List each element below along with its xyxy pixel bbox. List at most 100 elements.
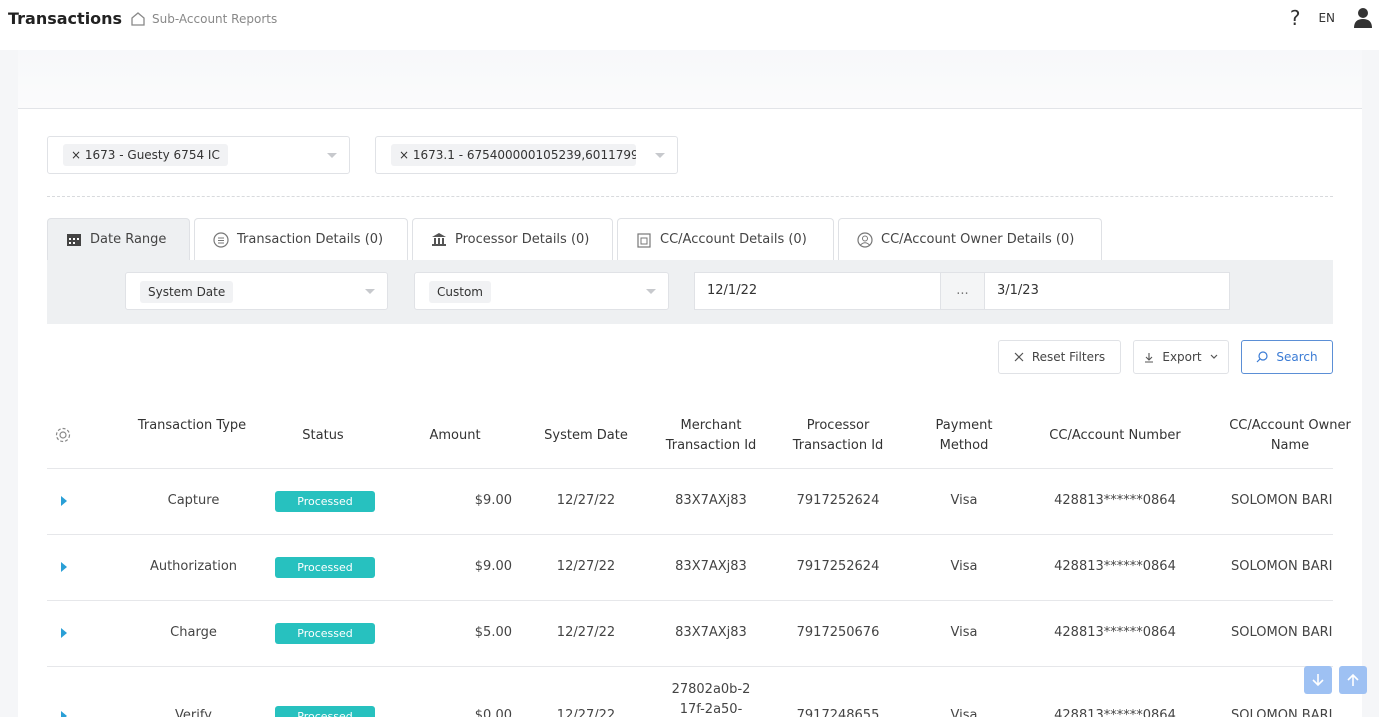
range-type-chip: Custom [429, 281, 491, 303]
bank-icon [432, 233, 446, 246]
help-icon[interactable]: ? [1290, 6, 1301, 30]
cell-payment-method: Visa [950, 708, 978, 717]
column-header-payment-method[interactable]: Payment Method [922, 416, 1006, 456]
cell-payment-method: Visa [950, 559, 978, 574]
chip-remove-icon[interactable]: × [399, 148, 409, 162]
tab-transaction-details[interactable]: Transaction Details (0) [194, 218, 408, 260]
tab-cc-account-details[interactable]: CC/Account Details (0) [617, 218, 834, 260]
cell-system-date: 12/27/22 [556, 625, 616, 640]
tab-label: Date Range [90, 232, 167, 247]
expand-row-icon[interactable] [61, 496, 67, 506]
cell-account-owner-name: SOLOMON BARIH [1231, 493, 1333, 508]
cell-merchant-transaction-id: 83X7AXj83 [675, 559, 747, 574]
cell-system-date: 12/27/22 [556, 493, 616, 508]
close-icon [1014, 352, 1024, 362]
date-from-input[interactable]: 12/1/22 [694, 272, 941, 310]
gear-icon[interactable] [54, 426, 72, 444]
cell-transaction-type: Capture [167, 493, 220, 508]
calendar-icon [67, 234, 81, 246]
date-type-chip: System Date [140, 281, 234, 303]
search-icon [1256, 351, 1268, 363]
cell-amount: $0.00 [474, 708, 512, 717]
header-divider [47, 468, 1333, 469]
cell-transaction-type: Authorization [149, 559, 238, 574]
cell-account-number: 428813******0864 [1054, 708, 1176, 717]
column-header-processor-transaction-id[interactable]: Processor Transaction Id [785, 416, 891, 456]
account-chip-label: 1673 - Guesty 6754 IC [84, 148, 220, 162]
divider [47, 196, 1333, 197]
reset-filters-button[interactable]: Reset Filters [998, 340, 1121, 374]
subaccount-chip-label: 1673.1 - 675400000105239,6011799 [412, 148, 636, 162]
status-badge: Processed [275, 491, 375, 512]
download-icon [1145, 352, 1154, 363]
tab-label: Processor Details (0) [455, 232, 590, 247]
cell-processor-transaction-id: 7917252624 [796, 493, 880, 508]
scroll-up-button[interactable] [1339, 666, 1367, 694]
cell-transaction-type: Verify [175, 708, 212, 717]
language-selector[interactable]: EN [1318, 11, 1335, 25]
subaccount-select[interactable]: × 1673.1 - 675400000105239,6011799 [375, 136, 678, 174]
column-header-transaction-type[interactable]: Transaction Type [137, 416, 247, 436]
expand-row-icon[interactable] [61, 562, 67, 572]
user-icon[interactable] [1353, 7, 1373, 29]
cell-amount: $9.00 [474, 559, 512, 574]
user-circle-icon [857, 231, 873, 248]
row-divider [47, 600, 1333, 601]
tab-cc-account-owner-details[interactable]: CC/Account Owner Details (0) [838, 218, 1102, 260]
date-range-filter-bar: System Date Custom 12/1/22 ... 3/1/23 [47, 260, 1333, 324]
breadcrumb[interactable]: Sub-Account Reports [130, 11, 277, 26]
column-header-amount[interactable]: Amount [418, 426, 492, 446]
row-divider [47, 534, 1333, 535]
cell-merchant-transaction-id: 83X7AXj83 [675, 493, 747, 508]
breadcrumb-label: Sub-Account Reports [152, 11, 278, 26]
cell-payment-method: Visa [950, 625, 978, 640]
cell-merchant-transaction-id: 27802a0b-217f-2a50- [671, 682, 751, 717]
column-header-account-number[interactable]: CC/Account Number [1035, 426, 1195, 446]
search-label: Search [1276, 350, 1318, 364]
tab-label: CC/Account Owner Details (0) [881, 232, 1075, 247]
cell-account-number: 428813******0864 [1054, 559, 1176, 574]
tab-label: Transaction Details (0) [237, 232, 384, 247]
tab-date-range[interactable]: Date Range [47, 218, 190, 260]
cell-account-owner-name: SOLOMON BARIH [1231, 559, 1333, 574]
column-header-system-date[interactable]: System Date [538, 426, 634, 446]
account-chip: × 1673 - Guesty 6754 IC [63, 144, 228, 166]
column-header-merchant-transaction-id[interactable]: Merchant Transaction Id [659, 416, 763, 456]
cell-account-owner-name: SOLOMON BARIH [1231, 625, 1333, 640]
tab-processor-details[interactable]: Processor Details (0) [412, 218, 613, 260]
arrow-up-icon [1347, 673, 1359, 686]
cell-system-date: 12/27/22 [556, 708, 616, 717]
expand-row-icon[interactable] [61, 711, 67, 717]
chevron-down-icon [327, 153, 337, 158]
scroll-down-button[interactable] [1304, 666, 1332, 694]
expand-row-icon[interactable] [61, 628, 67, 638]
export-label: Export [1162, 350, 1202, 364]
cell-system-date: 12/27/22 [556, 559, 616, 574]
column-header-account-owner-name[interactable]: CC/Account Owner Name [1218, 416, 1362, 456]
subaccount-chip: × 1673.1 - 675400000105239,6011799 [391, 144, 636, 166]
status-badge: Processed [275, 623, 375, 644]
cell-account-number: 428813******0864 [1054, 493, 1176, 508]
cell-processor-transaction-id: 7917248655 [796, 708, 880, 717]
cell-processor-transaction-id: 7917250676 [796, 625, 880, 640]
cell-amount: $9.00 [474, 493, 512, 508]
list-icon [213, 231, 229, 248]
date-to-input[interactable]: 3/1/23 [984, 272, 1230, 310]
date-type-select[interactable]: System Date [125, 272, 388, 310]
home-icon [131, 12, 145, 26]
arrow-down-icon [1312, 674, 1324, 687]
account-select[interactable]: × 1673 - Guesty 6754 IC [47, 136, 350, 174]
export-button[interactable]: Export [1133, 340, 1229, 374]
cell-processor-transaction-id: 7917252624 [796, 559, 880, 574]
cell-transaction-type: Charge [170, 625, 217, 640]
range-type-select[interactable]: Custom [414, 272, 669, 310]
tab-label: CC/Account Details (0) [660, 232, 807, 247]
date-range-separator: ... [940, 272, 985, 310]
chevron-down-icon [655, 153, 665, 158]
status-badge: Processed [275, 706, 375, 717]
card-icon [637, 232, 651, 248]
chip-remove-icon[interactable]: × [71, 148, 81, 162]
cell-amount: $5.00 [474, 625, 512, 640]
column-header-status[interactable]: Status [273, 426, 373, 446]
search-button[interactable]: Search [1241, 340, 1333, 374]
